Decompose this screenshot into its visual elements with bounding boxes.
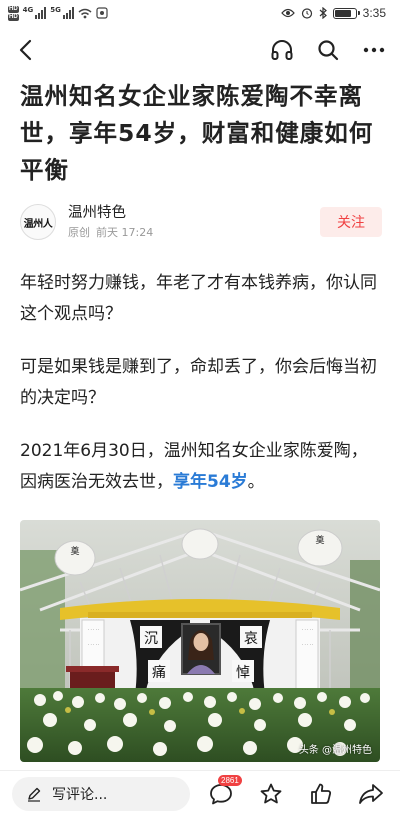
signal-icon [35, 7, 47, 19]
banner-char-1: 沉 [144, 631, 158, 647]
svg-text:. . . . .: . . . . . [88, 626, 99, 631]
signal-icon-2 [62, 7, 74, 19]
status-right: 3:35 [280, 6, 386, 20]
publish-time: 前天 17:24 [96, 225, 154, 239]
network-type: 4G [22, 5, 34, 14]
bar-actions: 2861 [206, 774, 388, 809]
headphones-icon [271, 40, 293, 60]
comments-button[interactable]: 2861 [206, 774, 242, 809]
star-icon [260, 783, 282, 803]
search-button[interactable] [312, 34, 344, 66]
banner-char-2: 痛 [152, 664, 166, 681]
network-type-2: 5G [50, 5, 61, 14]
paragraph-2: 可是如果钱是赚到了，命却丢了，你会后悔当初的决定吗？ [20, 357, 377, 408]
nav-bar [0, 28, 400, 72]
author-avatar[interactable]: 温州人 [20, 204, 56, 240]
hd-indicator: HD HD [8, 5, 19, 21]
battery-icon [332, 7, 360, 19]
favorite-button[interactable] [256, 779, 286, 809]
share-arrow-icon [359, 783, 383, 804]
author-info: 温州特色 原创 前天 17:24 [68, 204, 153, 241]
eye-icon [280, 8, 295, 18]
share-button[interactable] [356, 779, 386, 809]
comment-bubble-icon [210, 783, 232, 804]
banner-char-4: 悼 [236, 665, 250, 681]
wifi-icon [78, 8, 92, 18]
pencil-icon [28, 787, 41, 802]
original-tag: 原创 [68, 225, 90, 239]
nav-actions [266, 34, 390, 66]
follow-button[interactable]: 关注 [320, 207, 382, 237]
status-left: HD HD 4G 5G [8, 5, 108, 21]
svg-text:. . . . .: . . . . . [88, 641, 99, 646]
author-name[interactable]: 温州特色 [68, 204, 153, 223]
svg-text:. . . . .: . . . . . [302, 641, 313, 646]
banner-char-3: 哀 [244, 631, 258, 647]
paragraph-1: 年轻时努力赚钱，年老了才有本钱养病，你认同这个观点吗？ [20, 273, 377, 324]
lantern-text-1: 奠 [70, 545, 79, 557]
alarm-icon [301, 8, 312, 19]
memorial-scene: 奠 奠 . . . . . . . . . . . . . . . . . . . .… [20, 520, 380, 762]
status-bar: HD HD 4G 5G 3:35 [0, 0, 400, 26]
like-button[interactable] [306, 779, 336, 809]
bottom-action-bar: 写评论... 2861 [0, 770, 400, 816]
listen-button[interactable] [266, 34, 298, 66]
article-title: 温州知名女企业家陈爱陶不幸离世，享年54岁，财富和健康如何平衡 [20, 82, 374, 184]
more-dots-icon [363, 47, 385, 53]
thumbs-up-icon [311, 783, 332, 804]
back-button[interactable] [10, 34, 42, 66]
hd-label-2: HD [8, 13, 19, 21]
bluetooth-icon [319, 7, 327, 19]
back-arrow-icon [19, 39, 32, 61]
paragraph-3-end: 。 [247, 472, 265, 492]
age-highlight[interactable]: 享年54岁 [173, 472, 248, 492]
svg-text:. . . . .: . . . . . [302, 626, 313, 631]
author-meta: 原创 前天 17:24 [68, 225, 153, 241]
comment-placeholder: 写评论... [52, 786, 108, 803]
article-photo[interactable]: 奠 奠 . . . . . . . . . . . . . . . . . . . .… [20, 520, 380, 762]
clock: 3:35 [362, 6, 386, 20]
author-row: 温州人 温州特色 原创 前天 17:24 关注 [20, 202, 382, 242]
more-button[interactable] [358, 34, 390, 66]
photo-watermark: 头条 @温州特色 [298, 745, 372, 756]
search-icon [318, 40, 339, 61]
lantern-text-2: 奠 [315, 534, 324, 546]
notification-icon [96, 7, 108, 19]
comment-count-badge: 2861 [218, 774, 242, 786]
hd-label-1: HD [8, 5, 19, 13]
paragraph-3: 2021年6月30日，温州知名女企业家陈爱陶，因病医治无效去世，享年54岁。 [20, 436, 382, 498]
comment-input[interactable]: 写评论... [12, 776, 190, 811]
battery-level [334, 9, 352, 17]
